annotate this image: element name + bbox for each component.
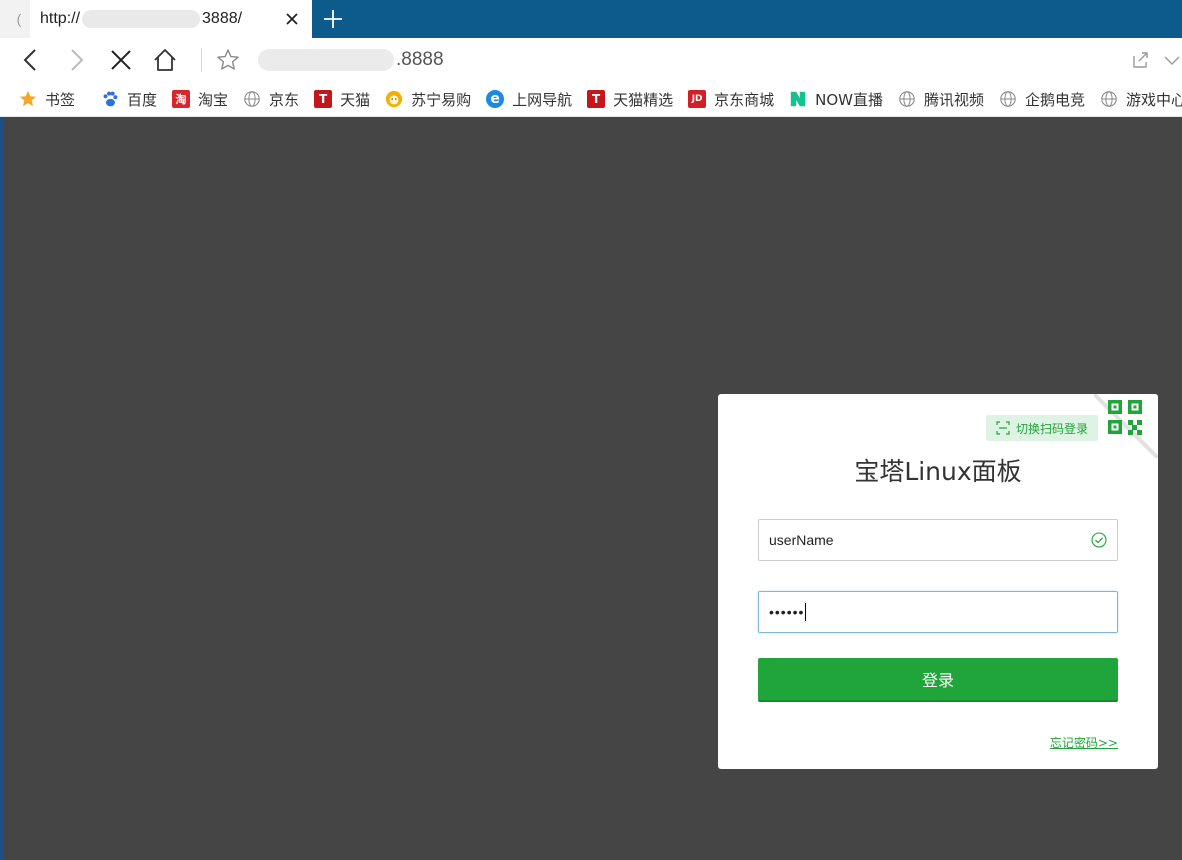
bookmark-label: 京东 xyxy=(269,90,300,109)
check-circle-icon xyxy=(1091,532,1107,548)
bookmark-item[interactable]: 百度 xyxy=(101,89,157,110)
bookmark-item[interactable]: NOW直播 xyxy=(789,89,883,110)
close-icon[interactable] xyxy=(282,9,302,29)
tab-strip: ( http:// 3888/ xyxy=(0,0,1182,38)
bookmark-item[interactable]: JD 京东商城 xyxy=(688,89,774,110)
bookmark-item[interactable]: 游戏中心 xyxy=(1100,89,1182,110)
login-button[interactable]: 登录 xyxy=(758,658,1118,702)
stop-icon[interactable] xyxy=(107,46,135,74)
bookmark-item[interactable]: 腾讯视频 xyxy=(898,89,984,110)
tmall-icon: T xyxy=(587,90,606,108)
username-field[interactable]: userName xyxy=(758,519,1118,561)
baidu-paw-icon xyxy=(103,91,118,107)
new-tab-plus-icon[interactable] xyxy=(320,6,346,32)
bookmark-label: 京东商城 xyxy=(714,90,775,109)
forward-arrow-icon[interactable] xyxy=(62,46,90,74)
tab-title-suffix: 3888/ xyxy=(202,10,243,28)
page-title: 宝塔Linux面板 xyxy=(854,457,1022,486)
password-field[interactable]: •••••• xyxy=(758,591,1118,633)
chevron-down-icon[interactable] xyxy=(1158,46,1182,74)
star-icon xyxy=(19,90,37,107)
bookmark-item[interactable]: e 上网导航 xyxy=(486,89,572,110)
back-arrow-icon[interactable] xyxy=(17,46,45,74)
switch-to-qr-login[interactable]: 切换扫码登录 xyxy=(986,415,1099,441)
qr-code-corner-icon[interactable] xyxy=(1094,394,1158,458)
bookmark-label: 企鹅电竞 xyxy=(1025,90,1086,109)
address-port: .8888 xyxy=(396,49,444,70)
bookmark-item[interactable]: T 天猫 xyxy=(314,89,370,110)
bookmark-label: 上网导航 xyxy=(512,90,573,109)
address-bar[interactable]: .8888 xyxy=(258,48,444,72)
bookmark-label: 苏宁易购 xyxy=(411,90,472,109)
home-icon[interactable] xyxy=(151,46,179,74)
tmall-icon: T xyxy=(314,90,333,108)
window-left-edge xyxy=(0,117,4,860)
text-caret xyxy=(805,603,807,621)
bookmarks-bar: 书签 百度 淘 淘宝 京东 T 天猫 苏宁易购 e 上网导航 T 天猫精选 JD… xyxy=(0,82,1182,117)
bookmark-label: NOW直播 xyxy=(815,90,883,109)
bookmark-label: 书签 xyxy=(45,90,76,109)
star-outline-icon[interactable] xyxy=(214,46,242,74)
bookmark-item[interactable]: 京东 xyxy=(243,89,299,110)
globe-icon xyxy=(1101,91,1117,107)
bookmark-item[interactable]: 淘 淘宝 xyxy=(172,89,228,110)
login-card: 切换扫码登录 宝塔Linux面板 userName •••••• 登录 忘记密码… xyxy=(718,394,1158,769)
tab-title-prefix: http:// xyxy=(40,10,81,28)
scan-icon xyxy=(996,421,1010,435)
qr-switch-label: 切换扫码登录 xyxy=(1016,421,1089,436)
bookmark-item[interactable]: 企鹅电竞 xyxy=(999,89,1085,110)
username-value: userName xyxy=(769,532,834,548)
globe-icon xyxy=(899,91,915,107)
bookmark-item[interactable]: 书签 xyxy=(19,89,75,110)
taobao-icon: 淘 xyxy=(172,90,191,108)
suning-lion-icon xyxy=(385,90,403,108)
redacted-host xyxy=(82,9,201,28)
ie-icon: e xyxy=(486,90,505,108)
bookmark-label: 游戏中心 xyxy=(1126,90,1182,109)
navigation-toolbar: .8888 xyxy=(0,38,1182,82)
bookmark-label: 天猫精选 xyxy=(613,90,674,109)
bookmark-label: 淘宝 xyxy=(198,90,229,109)
jd-icon: JD xyxy=(688,90,707,108)
forgot-password-link[interactable]: 忘记密码>> xyxy=(1050,734,1118,751)
now-live-icon xyxy=(790,91,806,107)
bookmark-item[interactable]: 苏宁易购 xyxy=(385,89,471,110)
bookmark-label: 天猫 xyxy=(340,90,371,109)
globe-icon xyxy=(1000,91,1016,107)
bookmark-label: 腾讯视频 xyxy=(924,90,985,109)
globe-icon xyxy=(244,91,260,107)
bookmark-item[interactable]: T 天猫精选 xyxy=(587,89,673,110)
redacted-host xyxy=(258,49,394,71)
active-tab[interactable]: http:// 3888/ xyxy=(30,0,312,38)
password-mask: •••••• xyxy=(769,604,805,620)
tab-title: http:// 3888/ xyxy=(40,9,243,28)
share-icon[interactable] xyxy=(1126,46,1154,74)
tab-scroll-left-glyph: ( xyxy=(16,11,22,27)
bookmark-label: 百度 xyxy=(127,90,158,109)
toolbar-divider xyxy=(201,48,202,72)
